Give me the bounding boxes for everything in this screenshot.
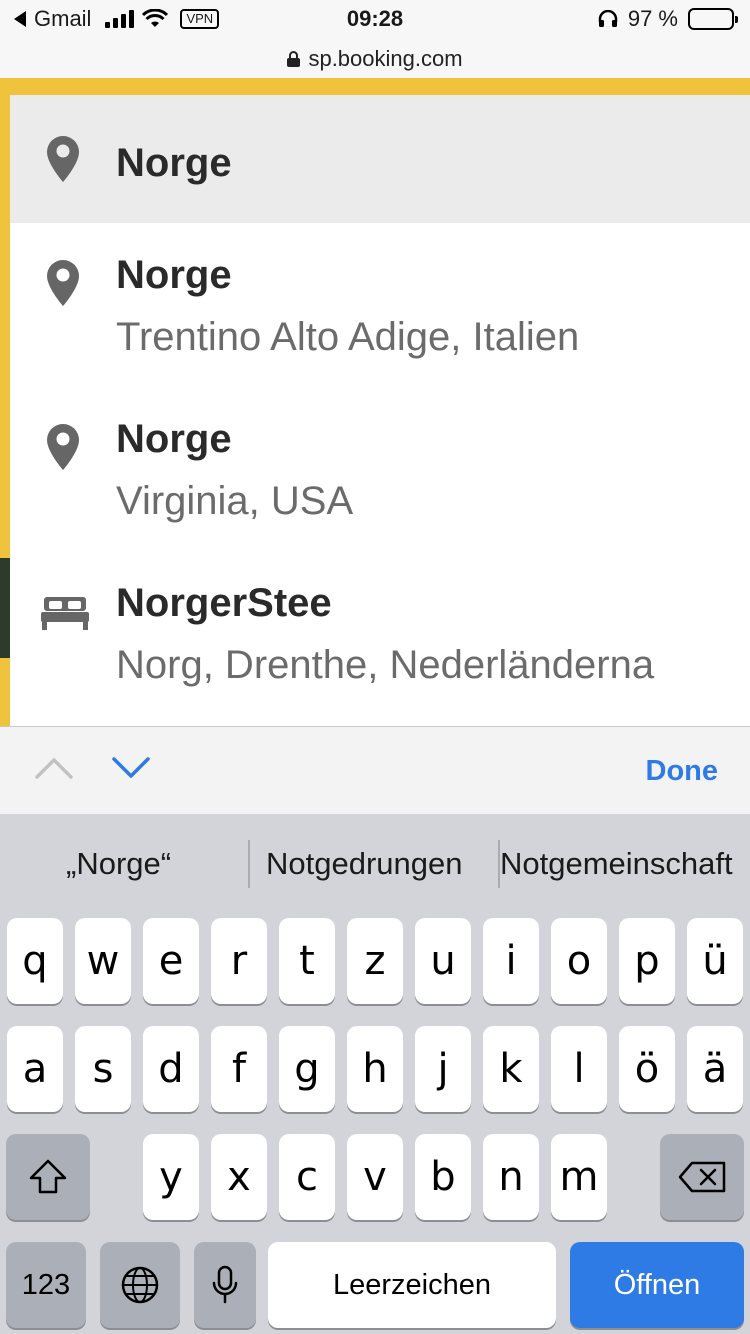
url-bar[interactable]: sp.booking.com [0, 40, 750, 78]
key-ö[interactable]: ö [619, 1026, 675, 1112]
key-e[interactable]: e [143, 918, 199, 1004]
battery-icon [688, 8, 738, 30]
backspace-icon [678, 1161, 726, 1193]
open-return-key[interactable]: Öffnen [570, 1242, 744, 1328]
typed-entry-row[interactable]: Norge [10, 95, 750, 223]
space-key[interactable]: Leerzeichen [268, 1242, 556, 1328]
result-row-3[interactable]: NorgerStee Norg, Drenthe, Nederländerna [10, 551, 750, 726]
typed-entry-title: Norge [116, 141, 232, 185]
done-button[interactable]: Done [646, 755, 719, 788]
autocomplete-dropdown: Norge Norge Trentino Alto Adige, Italien… [10, 95, 750, 726]
lock-icon [287, 51, 301, 67]
result-row-1[interactable]: Norge Trentino Alto Adige, Italien [10, 223, 750, 387]
key-f[interactable]: f [211, 1026, 267, 1112]
microphone-icon [212, 1265, 238, 1304]
keyboard-accessory-bar: Done [0, 726, 750, 814]
key-p[interactable]: p [619, 918, 675, 1004]
key-v[interactable]: v [347, 1134, 403, 1220]
keyboard: „Norge“ Notgedrungen Notgemeinschaft qwe… [0, 814, 750, 1334]
key-q[interactable]: q [7, 918, 63, 1004]
result-subtitle: Norg, Drenthe, Nederländerna [116, 643, 655, 687]
delete-key[interactable] [660, 1134, 744, 1220]
key-u[interactable]: u [415, 918, 471, 1004]
key-y[interactable]: y [143, 1134, 199, 1220]
key-t[interactable]: t [279, 918, 335, 1004]
suggestion-2[interactable]: Notgedrungen [266, 846, 463, 882]
key-l[interactable]: l [551, 1026, 607, 1112]
globe-icon [121, 1266, 159, 1304]
result-title: Norge [116, 253, 232, 297]
globe-key[interactable] [100, 1242, 180, 1328]
chevron-up-icon[interactable] [34, 753, 74, 781]
key-ä[interactable]: ä [687, 1026, 743, 1112]
key-ü[interactable]: ü [687, 918, 743, 1004]
key-i[interactable]: i [483, 918, 539, 1004]
numbers-key[interactable]: 123 [6, 1242, 86, 1328]
key-z[interactable]: z [347, 918, 403, 1004]
result-row-2[interactable]: Norge Virginia, USA [10, 387, 750, 551]
map-pin-icon [47, 260, 79, 306]
key-g[interactable]: g [279, 1026, 335, 1112]
key-d[interactable]: d [143, 1026, 199, 1112]
key-s[interactable]: s [75, 1026, 131, 1112]
key-r[interactable]: r [211, 918, 267, 1004]
url-host: sp.booking.com [308, 46, 463, 71]
result-title: Norge [116, 417, 232, 461]
key-b[interactable]: b [415, 1134, 471, 1220]
result-subtitle: Trentino Alto Adige, Italien [116, 315, 580, 359]
key-m[interactable]: m [551, 1134, 607, 1220]
suggestion-3[interactable]: Notgemeinschaft [500, 846, 750, 882]
shift-icon [29, 1159, 67, 1194]
dictation-key[interactable] [194, 1242, 256, 1328]
key-a[interactable]: a [7, 1026, 63, 1112]
map-pin-icon [47, 136, 79, 182]
key-n[interactable]: n [483, 1134, 539, 1220]
chevron-down-icon[interactable] [111, 753, 151, 781]
shift-key[interactable] [6, 1134, 90, 1220]
suggestion-1[interactable]: „Norge“ [66, 846, 171, 882]
key-x[interactable]: x [211, 1134, 267, 1220]
status-bar: Gmail VPN 09:28 97 % [0, 0, 750, 40]
key-j[interactable]: j [415, 1026, 471, 1112]
key-k[interactable]: k [483, 1026, 539, 1112]
key-c[interactable]: c [279, 1134, 335, 1220]
key-o[interactable]: o [551, 918, 607, 1004]
suggestion-bar: „Norge“ Notgedrungen Notgemeinschaft [0, 814, 750, 914]
result-title: NorgerStee [116, 581, 332, 625]
key-w[interactable]: w [75, 918, 131, 1004]
bed-icon [41, 597, 89, 630]
key-h[interactable]: h [347, 1026, 403, 1112]
headphones-icon [598, 10, 618, 27]
result-subtitle: Virginia, USA [116, 479, 354, 523]
battery-percent: 97 % [627, 6, 678, 31]
map-pin-icon [47, 424, 79, 470]
